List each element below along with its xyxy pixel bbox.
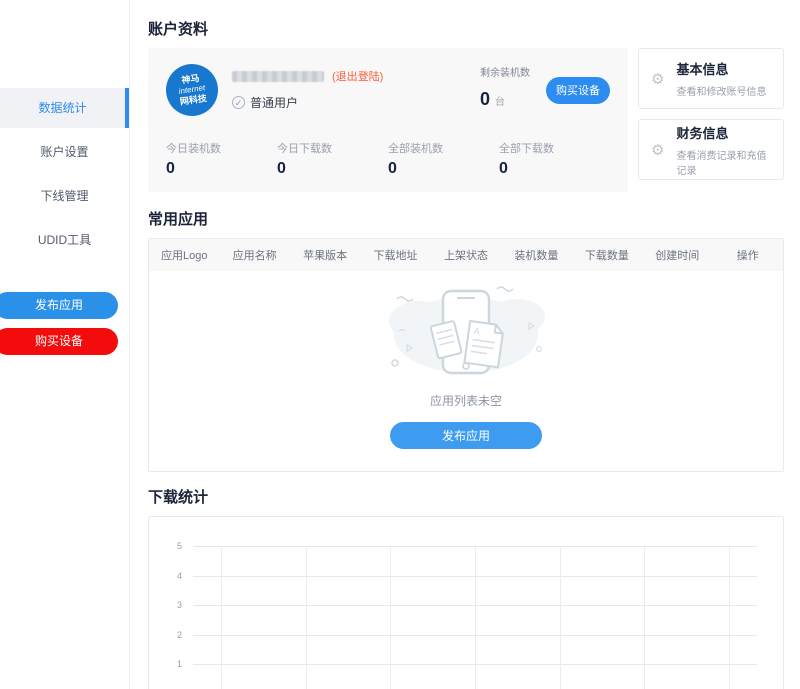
stat-today-installs: 今日装机数 0: [166, 140, 277, 178]
check-badge-icon: ✓: [232, 96, 245, 109]
sidebar-item-udid-tool[interactable]: UDID工具: [0, 220, 129, 260]
finance-info-card[interactable]: ⚙ 财务信息 查看消费记录和充值记录: [638, 119, 784, 180]
stat-value: 0: [499, 160, 610, 178]
col-create-time: 创建时间: [642, 247, 712, 263]
col-app-name: 应用名称: [219, 247, 289, 263]
col-install-count: 装机数量: [501, 247, 571, 263]
basic-info-title: 基本信息: [676, 59, 766, 78]
downloads-section-title: 下载统计: [148, 486, 784, 507]
sidebar: 数据统计 账户设置 下线管理 UDID工具 发布应用 购买设备: [0, 0, 130, 689]
buy-device-card-button[interactable]: 购买设备: [546, 77, 610, 104]
line-chart-plot: 5 4 3 2 1 0: [193, 547, 757, 689]
username-redacted: [232, 71, 324, 82]
stat-label: 全部装机数: [388, 140, 499, 156]
main-content: 账户资料 神马 internet 网科技 (退出登陆) ✓ 普通用户: [130, 0, 800, 689]
avatar-line3: 网科技: [179, 93, 207, 107]
table-header-row: 应用Logo 应用名称 苹果版本 下载地址 上架状态 装机数量 下载数量 创建时…: [149, 239, 783, 271]
col-ios-version: 苹果版本: [290, 247, 360, 263]
stat-value: 0: [277, 160, 388, 178]
sidebar-menu: 数据统计 账户设置 下线管理 UDID工具: [0, 88, 129, 260]
download-chart-card: 5 4 3 2 1 0 2020-04-24 2020-04-25 202: [148, 516, 784, 689]
apps-section-title: 常用应用: [148, 208, 784, 229]
stat-label: 今日装机数: [166, 140, 277, 156]
finance-info-desc: 查看消费记录和充值记录: [676, 147, 771, 177]
stat-today-downloads: 今日下载数 0: [277, 140, 388, 178]
stat-total-downloads: 全部下载数 0: [499, 140, 610, 178]
sidebar-item-downline-manage[interactable]: 下线管理: [0, 176, 129, 216]
gear-icon: ⚙: [651, 70, 664, 88]
quick-links: ⚙ 基本信息 查看和修改账号信息 ⚙ 财务信息 查看消费记录和充值记录: [638, 48, 784, 192]
y-tick: 5: [177, 541, 182, 551]
col-download-count: 下载数量: [572, 247, 642, 263]
basic-info-desc: 查看和修改账号信息: [676, 83, 766, 98]
empty-list-text: 应用列表未空: [149, 392, 783, 409]
y-tick: 1: [177, 659, 182, 669]
empty-illustration-icon: A: [371, 283, 561, 381]
y-tick: 4: [177, 571, 182, 581]
col-actions: 操作: [713, 247, 783, 263]
stat-total-installs: 全部装机数 0: [388, 140, 499, 178]
stat-value: 0: [166, 160, 277, 178]
user-type-label: 普通用户: [250, 94, 298, 111]
logout-link[interactable]: (退出登陆): [332, 68, 383, 84]
remaining-label: 剩余装机数: [480, 64, 540, 79]
stat-label: 全部下载数: [499, 140, 610, 156]
y-tick: 2: [177, 630, 182, 640]
remaining-installs: 剩余装机数 0 台: [480, 64, 540, 110]
account-section-title: 账户资料: [148, 18, 784, 39]
y-tick: 3: [177, 600, 182, 610]
account-row: 神马 internet 网科技 (退出登陆) ✓ 普通用户 剩余装机数: [148, 48, 784, 192]
remaining-value: 0: [480, 89, 490, 109]
basic-info-card[interactable]: ⚙ 基本信息 查看和修改账号信息: [638, 48, 784, 109]
stat-label: 今日下载数: [277, 140, 388, 156]
empty-state: A 应用列表未空 发布应用: [149, 271, 783, 471]
buy-device-button[interactable]: 购买设备: [0, 328, 118, 355]
sidebar-item-account-settings[interactable]: 账户设置: [0, 132, 129, 172]
finance-info-title: 财务信息: [676, 123, 771, 142]
col-shelf-status: 上架状态: [431, 247, 501, 263]
avatar: 神马 internet 网科技: [163, 61, 222, 120]
stat-value: 0: [388, 160, 499, 178]
publish-app-button[interactable]: 发布应用: [0, 292, 118, 319]
col-app-logo: 应用Logo: [149, 247, 219, 263]
publish-app-main-button[interactable]: 发布应用: [390, 422, 542, 449]
remaining-unit: 台: [495, 97, 505, 108]
apps-table: 应用Logo 应用名称 苹果版本 下载地址 上架状态 装机数量 下载数量 创建时…: [148, 238, 784, 472]
col-download-url: 下载地址: [360, 247, 430, 263]
gear-icon: ⚙: [651, 141, 664, 159]
sidebar-item-data-stats[interactable]: 数据统计: [0, 88, 129, 128]
stats-row: 今日装机数 0 今日下载数 0 全部装机数 0 全部下载数 0: [166, 140, 610, 178]
account-card: 神马 internet 网科技 (退出登陆) ✓ 普通用户 剩余装机数: [148, 48, 628, 192]
